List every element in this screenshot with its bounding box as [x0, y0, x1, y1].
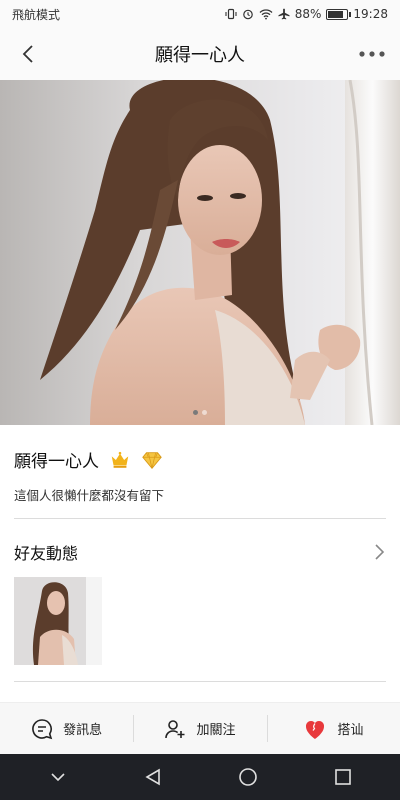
moment-thumbnail[interactable] — [14, 577, 102, 665]
back-button[interactable] — [14, 40, 42, 68]
airplane-icon — [278, 8, 290, 20]
message-icon — [32, 718, 53, 739]
vibrate-icon — [225, 8, 237, 20]
carousel-dot — [202, 410, 207, 415]
bio-text: 這個人很懶什麼都沒有留下 — [14, 488, 165, 503]
system-home-button[interactable] — [228, 757, 268, 797]
profile-info: 願得一心人 這個人很懶什麼都沒有留下 好友動態 — [0, 425, 400, 700]
chevron-right-icon — [375, 544, 385, 560]
wifi-icon — [259, 9, 273, 20]
send-message-label: 發訊息 — [63, 723, 103, 738]
heart-icon — [306, 720, 325, 739]
back-triangle-icon — [144, 768, 160, 786]
page-title: 願得一心人 — [155, 45, 245, 66]
recents-square-icon — [334, 769, 351, 785]
carousel-dots — [0, 410, 400, 415]
system-recents-button[interactable] — [323, 757, 363, 797]
profile-photo — [0, 80, 400, 425]
profile-photo-carousel[interactable] — [0, 80, 400, 425]
clock: 19:28 — [353, 7, 388, 21]
user-name: 願得一心人 — [14, 452, 99, 472]
home-circle-icon — [238, 768, 257, 786]
chevron-down-icon — [50, 773, 65, 782]
greet-label: 搭讪 — [337, 723, 364, 738]
follow-button[interactable]: 加關注 — [133, 703, 266, 754]
greet-button[interactable]: 搭讪 — [266, 703, 400, 754]
system-navigation-bar — [0, 754, 400, 800]
crown-icon — [111, 451, 129, 468]
follow-label: 加關注 — [196, 723, 236, 738]
carousel-dot — [193, 410, 198, 415]
moments-title: 好友動態 — [14, 544, 79, 563]
carrier-text: 飛航模式 — [12, 7, 61, 22]
alarm-icon — [242, 9, 253, 20]
action-bar: 發訊息 加關注 搭讪 — [0, 702, 400, 754]
moment-photo — [14, 577, 102, 665]
status-icons: 88% 19:28 — [225, 7, 388, 21]
hide-nav-button[interactable] — [38, 757, 78, 797]
status-bar: 飛航模式 88% 19:28 — [0, 0, 400, 28]
battery-fill — [328, 10, 344, 18]
battery-percent: 88% — [294, 7, 322, 21]
name-row: 願得一心人 — [14, 447, 163, 472]
divider-bottom — [14, 681, 386, 682]
send-message-button[interactable]: 發訊息 — [0, 703, 133, 754]
more-icon — [359, 51, 385, 57]
divider — [14, 518, 386, 519]
system-back-button[interactable] — [133, 757, 173, 797]
top-nav-bar: 願得一心人 — [0, 28, 400, 80]
battery-icon — [326, 8, 352, 20]
diamond-icon — [142, 451, 162, 469]
moments-section-header[interactable]: 好友動態 — [14, 537, 386, 567]
more-button[interactable] — [356, 40, 388, 68]
chevron-left-icon — [22, 45, 33, 63]
add-follow-icon — [165, 719, 185, 738]
